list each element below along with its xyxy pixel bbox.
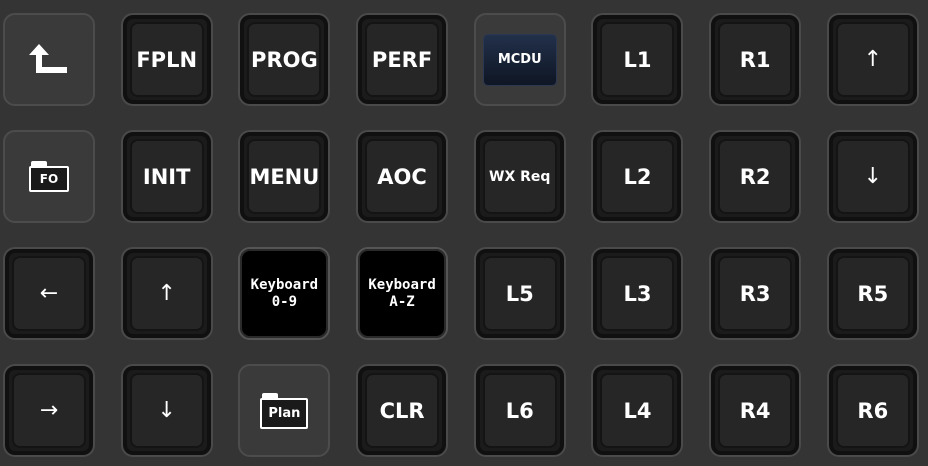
mcdu-button[interactable]: MCDU <box>473 13 566 106</box>
l1-button[interactable]: L1 <box>591 13 684 106</box>
menu-label: MENU <box>249 164 320 189</box>
l5-button[interactable]: L5 <box>473 247 566 340</box>
fo-label: FO <box>28 166 70 192</box>
r1-button[interactable]: R1 <box>709 13 802 106</box>
l4-button[interactable]: L4 <box>591 364 684 457</box>
up-arrow-button[interactable]: ↑ <box>826 13 919 106</box>
r1-label: R1 <box>739 47 771 72</box>
r6-button[interactable]: R6 <box>826 364 919 457</box>
down-arrow-button[interactable]: ↓ <box>826 130 919 223</box>
fo-folder-button[interactable]: FO <box>3 130 95 223</box>
aoc-button[interactable]: AOC <box>356 130 449 223</box>
r3-label: R3 <box>739 281 771 306</box>
r4-button[interactable]: R4 <box>709 364 802 457</box>
perf-button[interactable]: PERF <box>356 13 449 106</box>
l5-label: L5 <box>505 281 534 306</box>
prog-button[interactable]: PROG <box>238 13 331 106</box>
wx-req-button[interactable]: WX Req <box>473 130 566 223</box>
l3-button[interactable]: L3 <box>591 247 684 340</box>
left-arrow-button[interactable]: ← <box>3 247 95 340</box>
plan-folder-button[interactable]: Plan <box>238 364 331 457</box>
l1-label: L1 <box>623 47 652 72</box>
mcdu-key-grid: FPLN PROG PERF MCDU L1 R1 ↑ FO INIT MENU… <box>0 0 928 466</box>
r5-button[interactable]: R5 <box>826 247 919 340</box>
right-arrow-button[interactable]: → <box>3 364 95 457</box>
init-label: INIT <box>142 164 191 189</box>
mcdu-badge: MCDU <box>482 33 557 86</box>
up-arrow-icon: ↑ <box>157 281 176 306</box>
prog-label: PROG <box>251 47 318 72</box>
left-arrow-icon: ← <box>39 281 59 306</box>
back-button[interactable] <box>3 13 95 106</box>
plan-label: Plan <box>260 397 309 429</box>
clr-label: CLR <box>379 398 425 423</box>
keyboard-a-z-label: Keyboard A-Z <box>368 276 436 310</box>
l3-label: L3 <box>623 281 652 306</box>
r4-label: R4 <box>739 398 771 423</box>
up-arrow-icon: ↑ <box>863 47 883 72</box>
fpln-button[interactable]: FPLN <box>120 13 213 106</box>
down-arrow-icon: ↓ <box>863 164 883 189</box>
l2-button[interactable]: L2 <box>591 130 684 223</box>
r2-button[interactable]: R2 <box>709 130 802 223</box>
r3-button[interactable]: R3 <box>709 247 802 340</box>
wx-req-label: WX Req <box>489 168 551 185</box>
up-arrow-button-2[interactable]: ↑ <box>120 247 213 340</box>
keyboard-a-z-button[interactable]: Keyboard A-Z <box>356 247 449 340</box>
keyboard-0-9-button[interactable]: Keyboard 0-9 <box>238 247 331 340</box>
r5-label: R5 <box>857 281 889 306</box>
l2-label: L2 <box>623 164 652 189</box>
l6-button[interactable]: L6 <box>473 364 566 457</box>
down-arrow-icon: ↓ <box>157 398 176 423</box>
perf-label: PERF <box>371 47 433 72</box>
l4-label: L4 <box>623 398 652 423</box>
clr-button[interactable]: CLR <box>356 364 449 457</box>
r6-label: R6 <box>857 398 889 423</box>
right-arrow-icon: → <box>39 398 59 423</box>
l6-label: L6 <box>505 398 534 423</box>
folder-icon: FO <box>28 161 70 192</box>
r2-label: R2 <box>739 164 771 189</box>
back-up-arrow-icon <box>29 43 67 73</box>
mcdu-label: MCDU <box>497 52 542 67</box>
folder-icon: Plan <box>260 392 309 429</box>
menu-button[interactable]: MENU <box>238 130 331 223</box>
fpln-label: FPLN <box>136 47 198 72</box>
keyboard-0-9-label: Keyboard 0-9 <box>250 276 319 310</box>
down-arrow-button-2[interactable]: ↓ <box>120 364 213 457</box>
aoc-label: AOC <box>377 164 427 189</box>
init-button[interactable]: INIT <box>120 130 213 223</box>
